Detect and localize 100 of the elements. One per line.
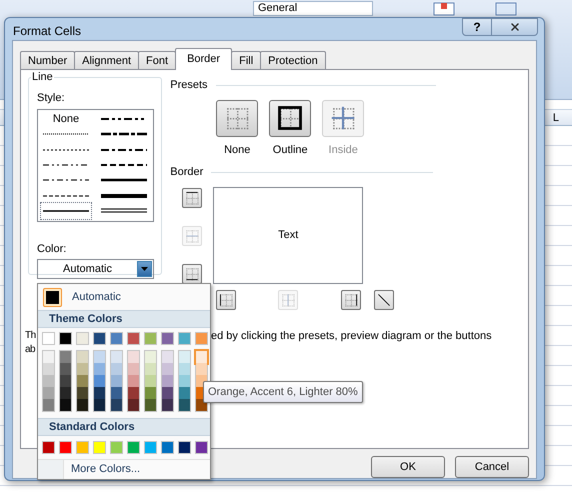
color-swatch[interactable] bbox=[60, 375, 71, 387]
color-swatch[interactable] bbox=[195, 441, 208, 454]
color-swatch[interactable] bbox=[77, 399, 88, 411]
color-swatch[interactable] bbox=[179, 375, 190, 387]
border-toggle-button[interactable] bbox=[216, 290, 236, 310]
dialog-button[interactable]: OK bbox=[371, 456, 445, 478]
color-swatch[interactable] bbox=[76, 441, 89, 454]
border-toggle-button[interactable] bbox=[374, 290, 394, 310]
dropdown-arrow-button[interactable] bbox=[137, 261, 152, 277]
dialog-tab[interactable]: Font bbox=[138, 51, 176, 70]
color-swatch[interactable] bbox=[179, 351, 190, 363]
color-swatch[interactable] bbox=[94, 375, 105, 387]
color-swatch[interactable] bbox=[144, 332, 157, 345]
color-swatch[interactable] bbox=[145, 351, 156, 363]
color-swatch[interactable] bbox=[128, 351, 139, 363]
color-swatch[interactable] bbox=[162, 375, 173, 387]
automatic-option[interactable]: Automatic bbox=[72, 288, 121, 306]
line-style-option[interactable] bbox=[41, 202, 91, 219]
section-header: Standard Colors bbox=[38, 418, 210, 436]
border-preview[interactable]: Text bbox=[213, 186, 364, 284]
color-swatch[interactable] bbox=[128, 399, 139, 411]
color-swatch[interactable] bbox=[77, 363, 88, 375]
color-swatch[interactable] bbox=[178, 441, 191, 454]
color-swatch[interactable] bbox=[43, 363, 54, 375]
close-button[interactable] bbox=[492, 18, 538, 36]
dialog-tab[interactable]: Border bbox=[175, 48, 232, 70]
color-swatch[interactable] bbox=[162, 363, 173, 375]
color-swatch[interactable] bbox=[111, 363, 122, 375]
color-dropdown[interactable]: Automatic bbox=[37, 259, 154, 279]
dialog-tab[interactable]: Number bbox=[20, 51, 76, 70]
dialog-tab[interactable]: Protection bbox=[260, 51, 326, 70]
automatic-color-swatch[interactable] bbox=[43, 288, 62, 306]
color-swatch[interactable] bbox=[111, 375, 122, 387]
window-title: Format Cells bbox=[13, 23, 82, 40]
more-colors-option[interactable]: More Colors... bbox=[71, 461, 140, 478]
color-swatch[interactable] bbox=[161, 441, 174, 454]
color-swatch[interactable] bbox=[60, 399, 71, 411]
tooltip: Orange, Accent 6, Lighter 80% bbox=[203, 381, 363, 403]
number-format-field[interactable]: General bbox=[253, 1, 373, 16]
color-swatch[interactable] bbox=[145, 387, 156, 399]
color-swatch[interactable] bbox=[93, 332, 106, 345]
dialog-button[interactable]: Cancel bbox=[455, 456, 529, 478]
color-swatch[interactable] bbox=[111, 351, 122, 363]
color-swatch[interactable] bbox=[43, 351, 54, 363]
color-swatch[interactable] bbox=[110, 332, 123, 345]
section-title: Presets bbox=[170, 78, 208, 93]
color-swatch[interactable] bbox=[43, 375, 54, 387]
color-swatch[interactable] bbox=[94, 363, 105, 375]
color-swatch[interactable] bbox=[128, 387, 139, 399]
border-toggle-button[interactable] bbox=[341, 290, 362, 310]
color-swatch[interactable] bbox=[43, 387, 54, 399]
color-swatch[interactable] bbox=[59, 441, 72, 454]
color-swatch[interactable] bbox=[77, 387, 88, 399]
line-style-list[interactable]: None bbox=[37, 108, 154, 222]
line-style-option[interactable]: None bbox=[41, 111, 91, 128]
color-swatch[interactable] bbox=[179, 363, 190, 375]
color-swatch[interactable] bbox=[110, 441, 123, 454]
border-toggle-button[interactable] bbox=[182, 264, 202, 284]
color-swatch[interactable] bbox=[144, 441, 157, 454]
preset-button[interactable] bbox=[269, 100, 312, 136]
color-swatch[interactable] bbox=[127, 441, 140, 454]
color-swatch[interactable] bbox=[77, 375, 88, 387]
color-swatch[interactable] bbox=[111, 387, 122, 399]
dialog-tab[interactable]: Alignment bbox=[74, 51, 140, 70]
color-swatch[interactable] bbox=[94, 399, 105, 411]
help-button[interactable]: ? bbox=[462, 18, 492, 36]
color-swatch[interactable] bbox=[60, 363, 71, 375]
color-swatch[interactable] bbox=[162, 399, 173, 411]
color-swatch[interactable] bbox=[179, 399, 190, 411]
color-swatch[interactable] bbox=[42, 441, 55, 454]
color-swatch[interactable] bbox=[195, 332, 208, 345]
color-swatch[interactable] bbox=[162, 387, 173, 399]
color-swatch[interactable] bbox=[111, 399, 122, 411]
color-swatch[interactable] bbox=[128, 363, 139, 375]
color-swatch[interactable] bbox=[94, 387, 105, 399]
color-swatch[interactable] bbox=[127, 332, 140, 345]
color-swatch[interactable] bbox=[60, 387, 71, 399]
color-swatch[interactable] bbox=[196, 399, 207, 411]
color-swatch[interactable] bbox=[196, 351, 207, 363]
color-swatch[interactable] bbox=[161, 332, 174, 345]
color-swatch[interactable] bbox=[196, 363, 207, 375]
border-toggle-button[interactable] bbox=[182, 188, 202, 208]
color-swatch[interactable] bbox=[178, 332, 191, 345]
color-swatch[interactable] bbox=[145, 375, 156, 387]
color-swatch[interactable] bbox=[60, 351, 71, 363]
color-swatch[interactable] bbox=[94, 351, 105, 363]
color-swatch[interactable] bbox=[162, 351, 173, 363]
color-swatch[interactable] bbox=[76, 332, 89, 345]
color-swatch[interactable] bbox=[42, 332, 55, 345]
color-swatch[interactable] bbox=[128, 375, 139, 387]
color-swatch[interactable] bbox=[145, 363, 156, 375]
table-format-icon bbox=[433, 2, 455, 16]
color-swatch[interactable] bbox=[145, 399, 156, 411]
border-preset-icon bbox=[276, 104, 304, 132]
color-swatch[interactable] bbox=[59, 332, 72, 345]
color-swatch[interactable] bbox=[43, 399, 54, 411]
color-swatch[interactable] bbox=[77, 351, 88, 363]
border-line-icon bbox=[343, 292, 360, 308]
color-swatch[interactable] bbox=[93, 441, 106, 454]
color-swatch[interactable] bbox=[179, 387, 190, 399]
